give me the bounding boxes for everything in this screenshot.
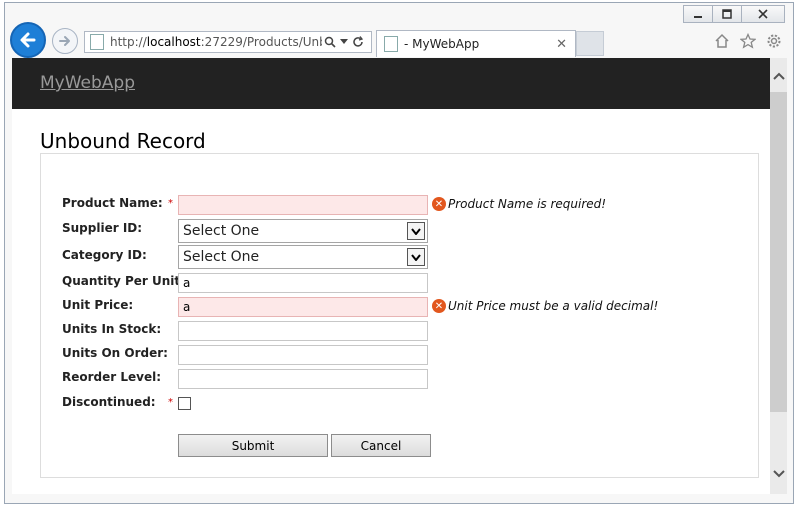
category-id-select[interactable]: Select One [178, 245, 428, 269]
browser-tab[interactable]: - MyWebApp ✕ [376, 30, 576, 57]
error-icon: ✕ [432, 299, 446, 313]
restore-icon [722, 9, 732, 19]
restore-button[interactable] [712, 5, 742, 23]
page-viewport: MyWebApp Unbound Record Product Name: * … [12, 58, 770, 494]
minimize-icon [694, 16, 702, 18]
settings-gear-icon[interactable] [765, 32, 783, 50]
close-icon [758, 9, 768, 19]
unit-price-input[interactable]: a [178, 297, 428, 317]
back-arrow-icon [20, 32, 36, 48]
favorites-star-icon[interactable] [739, 32, 757, 50]
category-id-label: Category ID: [62, 248, 147, 262]
site-header: MyWebApp [12, 58, 770, 109]
units-in-stock-input[interactable] [178, 321, 428, 341]
page-title: Unbound Record [40, 129, 206, 153]
scroll-up-icon[interactable] [770, 66, 787, 86]
reorder-level-label: Reorder Level: [62, 370, 162, 384]
units-on-order-input[interactable] [178, 345, 428, 365]
submit-button[interactable]: Submit [178, 434, 328, 457]
browser-tools [713, 32, 783, 50]
supplier-id-select[interactable]: Select One [178, 219, 428, 243]
product-name-error: ✕ Product Name is required! [432, 197, 606, 211]
close-window-button[interactable] [741, 5, 785, 23]
scrollbar-thumb[interactable] [770, 92, 787, 412]
new-tab-button[interactable] [576, 31, 604, 56]
reorder-level-input[interactable] [178, 369, 428, 389]
url-text: http://localhost:27229/Products/Unbou [110, 35, 322, 49]
required-marker: * [168, 397, 173, 408]
tab-title: - MyWebApp [404, 37, 480, 51]
units-on-order-label: Units On Order: [62, 346, 168, 360]
product-name-label: Product Name: [62, 196, 163, 210]
error-icon: ✕ [432, 197, 446, 211]
forward-button[interactable] [52, 28, 78, 54]
home-icon[interactable] [713, 32, 731, 50]
brand-link[interactable]: MyWebApp [40, 73, 135, 93]
close-tab-icon[interactable]: ✕ [556, 37, 567, 52]
chevron-down-icon[interactable] [340, 39, 348, 45]
discontinued-label: Discontinued: [62, 395, 156, 409]
minimize-button[interactable] [683, 5, 713, 23]
address-bar[interactable]: http://localhost:27229/Products/Unbou [84, 31, 372, 53]
page-icon [90, 34, 104, 50]
discontinued-checkbox[interactable] [178, 397, 191, 410]
quantity-per-unit-label: Quantity Per Unit: [62, 274, 185, 288]
forward-arrow-icon [59, 36, 70, 46]
scroll-down-icon[interactable] [770, 464, 787, 484]
page-icon [384, 36, 398, 52]
product-name-input[interactable] [178, 195, 428, 215]
supplier-id-label: Supplier ID: [62, 221, 143, 235]
quantity-per-unit-input[interactable]: a [178, 273, 428, 293]
required-marker: * [168, 198, 173, 209]
vertical-scrollbar[interactable] [770, 58, 787, 494]
chevron-down-icon [407, 222, 425, 240]
window-controls [683, 5, 785, 23]
refresh-icon[interactable] [352, 36, 364, 48]
units-in-stock-label: Units In Stock: [62, 322, 162, 336]
unit-price-error: ✕ Unit Price must be a valid decimal! [432, 299, 658, 313]
back-button[interactable] [10, 22, 46, 58]
cancel-button[interactable]: Cancel [331, 434, 431, 457]
chevron-down-icon [407, 248, 425, 266]
search-icon[interactable] [324, 36, 336, 48]
unit-price-label: Unit Price: [62, 298, 134, 312]
